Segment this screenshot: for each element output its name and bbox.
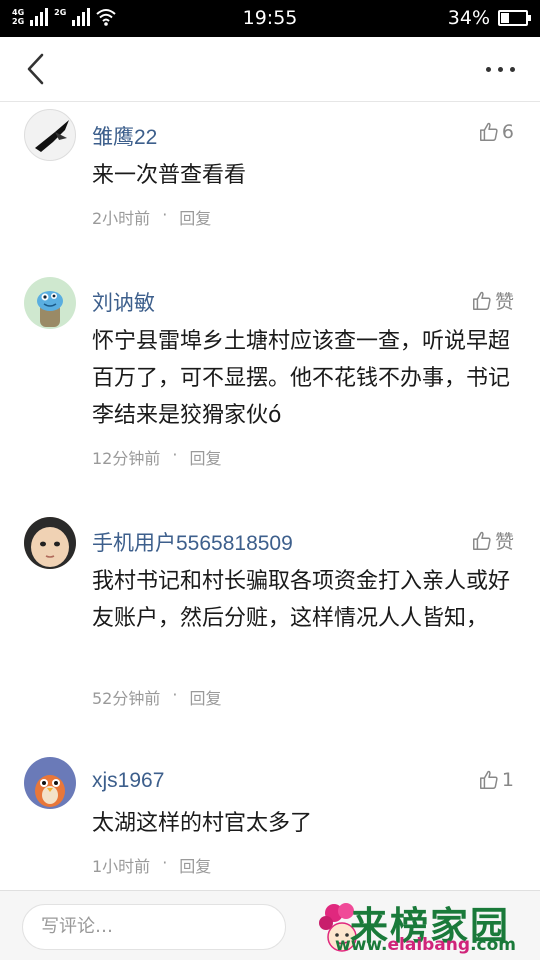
commenter-name[interactable]: 手机用户5565818509 (92, 527, 293, 557)
separator-dot: · (162, 205, 168, 224)
eagle-avatar-icon (35, 120, 69, 152)
like-count: 1 (501, 769, 514, 791)
avatar[interactable] (24, 757, 76, 809)
thumbs-up-icon (473, 291, 491, 310)
reply-button[interactable]: 回复 (179, 205, 211, 229)
status-bar: 4G 2G 2G 19:55 34% (0, 0, 540, 37)
reply-button[interactable]: 回复 (189, 685, 221, 709)
comment-text: 来一次普查看看 (92, 163, 247, 188)
thumbs-up-icon (479, 122, 498, 141)
comment-time: 1小时前 (92, 857, 151, 876)
avatar[interactable] (24, 277, 76, 329)
comment-meta: 52分钟前 · 回复 (92, 685, 221, 709)
like-label: 赞 (494, 531, 514, 553)
reply-button[interactable]: 回复 (179, 853, 211, 877)
commenter-name[interactable]: 刘讷敏 (92, 287, 155, 317)
monster-avatar-icon (37, 291, 63, 327)
battery-icon (498, 10, 531, 26)
reply-button[interactable]: 回复 (189, 445, 221, 469)
watermark-url: www.elaibang.com (334, 935, 516, 955)
comment-text: 怀宁县雷埠乡土塘村应该查一查，听说早超百万了，可不显摆。他不花钱不办事，书记李结… (92, 329, 511, 428)
comment-meta: 1小时前 · 回复 (92, 853, 211, 877)
battery-level (501, 13, 509, 23)
comment-text: 我村书记和村长骗取各项资金打入亲人或好友账户，然后分赃，这样情况人人皆知， (92, 569, 511, 631)
nav-bar (0, 37, 540, 102)
separator-dot: · (172, 445, 178, 464)
separator-dot: · (172, 685, 178, 704)
avatar[interactable] (24, 517, 76, 569)
comment-meta: 2小时前 · 回复 (92, 205, 211, 229)
avatar[interactable] (24, 109, 76, 161)
commenter-name[interactable]: 雏鹰22 (92, 121, 157, 151)
commenter-name[interactable]: xjs1967 (92, 769, 164, 793)
chevron-left-icon (27, 53, 44, 85)
like-button[interactable]: 6 (478, 121, 514, 143)
bird-avatar-icon (35, 775, 65, 807)
comment-meta: 12分钟前 · 回复 (92, 445, 221, 469)
site-watermark: 来榜家园 www.elaibang.com (312, 893, 532, 959)
battery-percent: 34% (447, 7, 490, 29)
more-options-button[interactable] (486, 59, 520, 79)
baby-avatar-icon (24, 517, 76, 569)
separator-dot: · (162, 853, 168, 872)
comment-time: 2小时前 (92, 209, 151, 228)
like-button[interactable]: 赞 (471, 527, 514, 554)
comment-time: 52分钟前 (92, 689, 161, 708)
bottom-bar: 写评论… 来榜家园 www.elaibang.com (0, 890, 540, 960)
more-horizontal-icon (486, 66, 491, 72)
comment-time: 12分钟前 (92, 449, 161, 468)
thumbs-up-icon (473, 531, 491, 550)
back-button[interactable] (22, 51, 52, 87)
comment-input[interactable]: 写评论… (22, 904, 286, 950)
comment-text: 太湖这样的村官太多了 (92, 811, 313, 836)
like-label: 赞 (494, 291, 514, 313)
like-button[interactable]: 赞 (471, 287, 514, 314)
status-bar-battery-group: 34% (447, 7, 531, 29)
thumbs-up-icon (479, 770, 498, 789)
like-count: 6 (501, 121, 514, 143)
like-button[interactable]: 1 (478, 769, 514, 791)
